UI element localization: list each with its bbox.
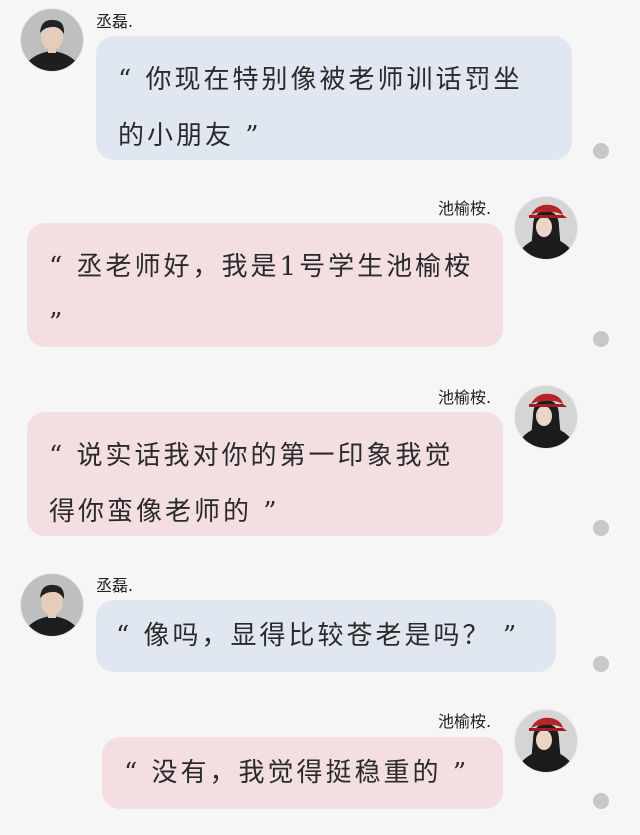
male-avatar-icon [21,574,83,636]
sender-name: 丞磊. [96,12,134,31]
message-status-dot [593,143,609,159]
male-avatar-icon [21,9,83,71]
female-avatar-icon [515,197,577,259]
message-status-dot [593,656,609,672]
sender-avatar[interactable] [514,709,578,773]
message-bubble[interactable]: “ 没有，我觉得挺稳重的 ” [102,737,503,809]
message-status-dot [593,793,609,809]
female-avatar-icon [515,386,577,448]
message-status-dot [593,331,609,347]
sender-name: 池榆桉. [438,712,492,731]
message-bubble[interactable]: “ 丞老师好，我是1号学生池榆桉 ” [27,223,503,347]
message-status-dot [593,520,609,536]
sender-avatar[interactable] [20,573,84,637]
sender-name: 池榆桉. [438,199,492,218]
message-bubble[interactable]: “ 你现在特别像被老师训话罚坐的小朋友 ” [96,36,572,160]
sender-avatar[interactable] [20,8,84,72]
sender-name: 丞磊. [96,576,134,595]
sender-avatar[interactable] [514,385,578,449]
female-avatar-icon [515,710,577,772]
message-bubble[interactable]: “ 说实话我对你的第一印象我觉得你蛮像老师的 ” [27,412,503,536]
message-bubble[interactable]: “ 像吗，显得比较苍老是吗？ ” [96,600,556,672]
sender-avatar[interactable] [514,196,578,260]
sender-name: 池榆桉. [438,388,492,407]
